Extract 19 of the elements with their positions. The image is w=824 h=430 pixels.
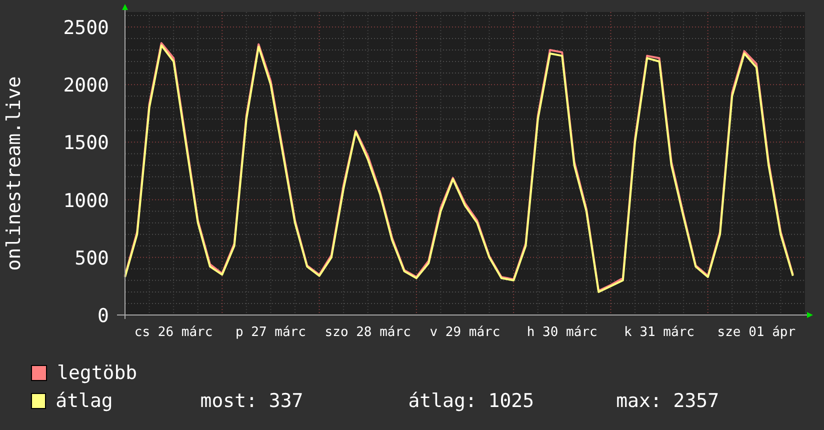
x-tick-label: cs 26 márc (134, 325, 213, 340)
legend-label: átlag (56, 389, 114, 413)
y-tick-label: 0 (98, 305, 109, 327)
legend-stat: most: 337 (200, 389, 304, 413)
x-tick-label: k 31 márc (624, 325, 694, 340)
x-tick-label: sze 01 ápr (717, 325, 796, 340)
y-tick-label: 1500 (63, 132, 109, 154)
y-tick-label: 500 (74, 247, 109, 270)
legend-stat: átlag: 1025 (408, 389, 536, 413)
y-tick-label: 2500 (63, 16, 109, 39)
legend-label: legtöbb (57, 361, 138, 385)
x-tick-label: szo 28 márc (324, 325, 411, 340)
y-tick-label: 2000 (63, 74, 109, 97)
legend-stat: max: 2357 (616, 389, 720, 413)
y-tick-label: 1000 (63, 190, 109, 212)
x-tick-label: v 29 márc (430, 325, 500, 340)
y-axis-title: onlinestream.live (3, 76, 25, 271)
x-tick-label: p 27 márc (236, 325, 306, 340)
x-tick-label: h 30 márc (526, 325, 598, 340)
